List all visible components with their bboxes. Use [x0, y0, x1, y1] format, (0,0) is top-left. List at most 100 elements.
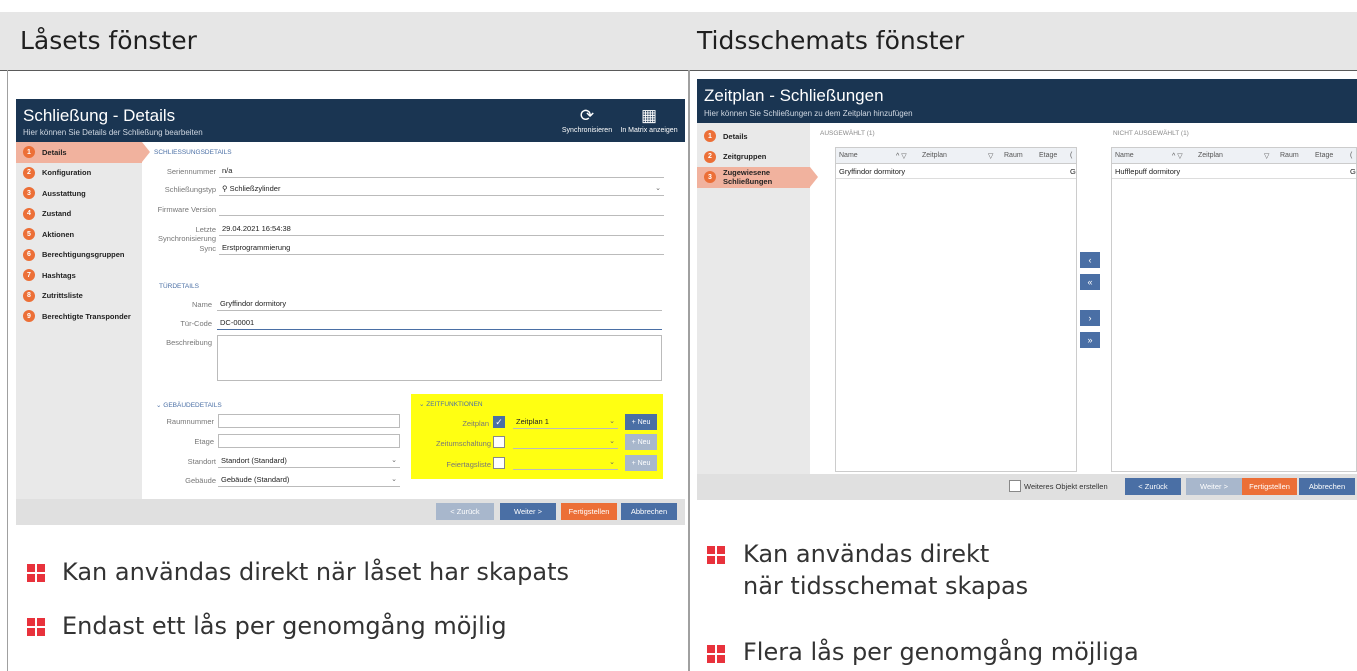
sidebar-item-details[interactable]: 1 Details [697, 126, 810, 147]
chevron-down-icon: ⌄ [609, 418, 615, 425]
firmware-field[interactable] [219, 204, 664, 216]
sidebar-item-details[interactable]: 1 Details [16, 142, 150, 163]
finish-button[interactable]: Fertigstellen [1242, 478, 1297, 495]
sidebar-item-berechtigungsgruppen[interactable]: 6 Berechtigungsgruppen [16, 245, 142, 266]
sidebar: 1 Details 2 Zeitgruppen 3 Zugewiesene Schli… [697, 123, 818, 500]
section-header: SCHLIEßUNGSDETAILS [154, 149, 232, 156]
sort-icon[interactable]: ^ ▽ [896, 152, 907, 160]
table-header: Name ^ ▽ Zeitplan ▽ Raum Etage ( [836, 148, 1076, 164]
name-field[interactable]: Gryffindor dormitory [217, 299, 662, 311]
sidebar-item-zutrittsliste[interactable]: 8 Zutrittsliste [16, 286, 142, 307]
sidebar-item-hashtags[interactable]: 7 Hashtags [16, 265, 142, 286]
last-sync-field[interactable]: 29.04.2021 16:54:38 [219, 224, 664, 236]
sidebar-item-transponder[interactable]: 9 Berechtigte Transponder [16, 306, 142, 327]
chevron-down-icon: ⌄ [609, 438, 615, 445]
table-row[interactable]: Hufflepuff dormitory G [1112, 164, 1356, 179]
filter-icon[interactable]: ▽ [1264, 152, 1269, 160]
move-right-button[interactable]: › [1080, 310, 1100, 326]
new-time-switch-button[interactable]: + Neu [625, 434, 657, 450]
location-select[interactable]: Standort (Standard) ⌄ [218, 456, 400, 468]
sync-button[interactable]: ⟳ Synchronisieren [556, 104, 618, 134]
holiday-select[interactable]: ⌄ [513, 458, 618, 470]
firmware-label: Firmware Version [157, 205, 216, 214]
description-label: Beschreibung [166, 338, 212, 347]
schedule-locks-window: Zeitplan - Schließungen Hier können Sie … [697, 79, 1357, 500]
title-bar: Zeitplan - Schließungen Hier können Sie … [697, 79, 1357, 123]
finish-button[interactable]: Fertigstellen [561, 503, 617, 520]
bullet-icon [27, 618, 45, 636]
sync-field[interactable]: Erstprogrammierung [219, 243, 664, 255]
right-heading: Tidsschemats fönster [697, 26, 965, 55]
building-label: Gebäude [185, 476, 216, 485]
move-all-left-button[interactable]: « [1080, 274, 1100, 290]
left-heading: Låsets fönster [20, 26, 197, 55]
sidebar-item-aktionen[interactable]: 5 Aktionen [16, 224, 142, 245]
back-button[interactable]: < Zurück [436, 503, 494, 520]
door-code-field[interactable]: DC-00001 [217, 318, 662, 330]
schedule-label: Zeitplan [462, 419, 489, 428]
matrix-button[interactable]: ▦ In Matrix anzeigen [616, 104, 682, 134]
type-select[interactable]: ⚲ Schließzylinder ⌄ [219, 184, 664, 196]
sidebar-item-zeitgruppen[interactable]: 2 Zeitgruppen [697, 147, 810, 168]
time-switch-label: Zeitumschaltung [435, 439, 491, 448]
name-label: Name [191, 300, 212, 309]
time-switch-checkbox[interactable] [493, 436, 505, 448]
serial-label: Seriennummer [166, 167, 216, 176]
window-title: Schließung - Details [23, 106, 176, 125]
serial-field[interactable]: n/a [219, 166, 664, 178]
create-more-label: Weiteres Objekt erstellen [1024, 482, 1108, 491]
cancel-button[interactable]: Abbrechen [621, 503, 677, 520]
filter-icon[interactable]: ▽ [988, 152, 993, 160]
sidebar-item-ausstattung[interactable]: 3 Ausstattung [16, 183, 142, 204]
sync-icon: ⟳ [579, 106, 595, 125]
sidebar: 1 Details 2 Konfiguration 3 Ausstattung 4 Zu… [16, 142, 150, 525]
title-bar: Schließung - Details Hier können Sie Det… [16, 99, 685, 142]
create-more-checkbox[interactable] [1009, 480, 1021, 492]
next-button[interactable]: Weiter > [500, 503, 556, 520]
window-title: Zeitplan - Schließungen [704, 86, 884, 105]
holiday-label: Feiertagsliste [446, 460, 491, 469]
footer-bar: < Zurück Weiter > Fertigstellen Abbreche… [16, 499, 685, 525]
floor-input[interactable] [218, 434, 400, 448]
room-input[interactable] [218, 414, 400, 428]
time-switch-select[interactable]: ⌄ [513, 437, 618, 449]
section-header: ⌄ ZEITFUNKTIONEN [419, 401, 483, 408]
sidebar-item-zustand[interactable]: 4 Zustand [16, 204, 142, 225]
move-all-right-button[interactable]: » [1080, 332, 1100, 348]
back-button[interactable]: < Zurück [1125, 478, 1181, 495]
selected-label: AUSGEWÄHLT (1) [820, 130, 875, 137]
door-code-label: Tür-Code [180, 319, 212, 328]
new-holiday-button[interactable]: + Neu [625, 455, 657, 471]
location-label: Standort [187, 457, 216, 466]
selected-table: Name ^ ▽ Zeitplan ▽ Raum Etage ( Gryffin… [835, 147, 1077, 472]
location-icon: ⚲ [222, 184, 228, 193]
table-header: Name ^ ▽ Zeitplan ▽ Raum Etage ( [1112, 148, 1356, 164]
grid-icon: ▦ [640, 106, 658, 125]
divider [688, 70, 690, 671]
type-label: Schließungstyp [164, 185, 216, 194]
room-label: Raumnummer [166, 417, 214, 426]
bullet-icon [707, 645, 725, 663]
chevron-down-icon: ⌄ [391, 457, 397, 464]
schedule-checkbox[interactable]: ✓ [493, 416, 505, 428]
sidebar-item-konfiguration[interactable]: 2 Konfiguration [16, 163, 142, 184]
sort-icon[interactable]: ^ ▽ [1172, 152, 1183, 160]
not-selected-table: Name ^ ▽ Zeitplan ▽ Raum Etage ( Hufflep… [1111, 147, 1357, 472]
move-left-button[interactable]: ‹ [1080, 252, 1100, 268]
holiday-checkbox[interactable] [493, 457, 505, 469]
chevron-down-icon: ⌄ [655, 185, 661, 192]
table-row[interactable]: Gryffindor dormitory G [836, 164, 1076, 179]
bullet-text: Flera lås per genomgång möjliga [743, 638, 1139, 666]
description-textarea[interactable] [217, 335, 662, 381]
sidebar-item-zugewiesene[interactable]: 3 Zugewiesene Schließungen [697, 167, 818, 188]
section-header: TÜRDETAILS [159, 283, 199, 290]
footer-bar: Weiteres Objekt erstellen < Zurück Weite… [697, 474, 1357, 500]
schedule-select[interactable]: Zeitplan 1 ⌄ [513, 417, 618, 429]
time-functions-panel: ⌄ ZEITFUNKTIONEN Zeitplan ✓ Zeitplan 1 ⌄ … [411, 394, 663, 479]
cancel-button[interactable]: Abbrechen [1299, 478, 1355, 495]
next-button[interactable]: Weiter > [1186, 478, 1242, 495]
bullet-text: Kan användas direkt när tidsschemat skap… [743, 540, 1029, 600]
new-schedule-button[interactable]: + Neu [625, 414, 657, 430]
bullet-text: Endast ett lås per genomgång möjlig [62, 612, 507, 640]
building-select[interactable]: Gebäude (Standard) ⌄ [218, 475, 400, 487]
